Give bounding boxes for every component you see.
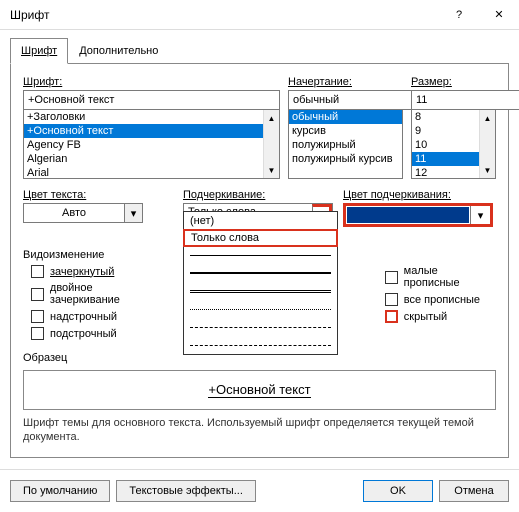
list-item[interactable]: Agency FB [24, 138, 279, 152]
button-bar: По умолчанию Текстовые эффекты... OK Отм… [0, 469, 519, 512]
checkbox-hidden[interactable]: скрытый [385, 310, 496, 323]
dropdown-item-line[interactable] [184, 282, 337, 300]
dropdown-item-line[interactable] [184, 300, 337, 318]
font-label: Шрифт: [23, 76, 280, 88]
checkbox-superscript[interactable]: надстрочный [31, 310, 165, 323]
checkbox-smallcaps[interactable]: малые прописные [385, 265, 496, 289]
dropdown-item-line[interactable] [184, 336, 337, 354]
default-button[interactable]: По умолчанию [10, 480, 110, 502]
color-swatch [347, 207, 469, 223]
scrollbar[interactable]: ▲ ▼ [479, 110, 495, 178]
title-bar: Шрифт ? ✕ [0, 0, 519, 30]
list-item[interactable]: +Заголовки [24, 110, 279, 124]
scroll-down-icon[interactable]: ▼ [264, 162, 279, 178]
help-button[interactable]: ? [439, 0, 479, 30]
close-button[interactable]: ✕ [479, 0, 519, 30]
underline-label: Подчеркивание: [183, 189, 333, 201]
underline-color-label: Цвет подчеркивания: [343, 189, 493, 201]
font-listbox[interactable]: +Заголовки +Основной текст Agency FB Alg… [23, 109, 280, 179]
font-input[interactable] [23, 90, 280, 110]
tab-strip: Шрифт Дополнительно [0, 30, 519, 64]
chevron-down-icon[interactable]: ▾ [470, 206, 490, 224]
checkbox-double-strike[interactable]: двойное зачеркивание [31, 282, 165, 306]
scroll-up-icon[interactable]: ▲ [480, 110, 495, 126]
list-item[interactable]: полужирный [289, 138, 402, 152]
list-item[interactable]: Arial [24, 166, 279, 179]
scroll-down-icon[interactable]: ▼ [480, 162, 495, 178]
checkbox-allcaps[interactable]: все прописные [385, 293, 496, 306]
style-listbox[interactable]: обычный курсив полужирный полужирный кур… [288, 109, 403, 179]
preview-box: +Основной текст [23, 370, 496, 410]
ok-button[interactable]: OK [363, 480, 433, 502]
underline-color-dropdown[interactable]: ▾ [343, 203, 493, 227]
preview-sample: +Основной текст [208, 382, 310, 398]
window-title: Шрифт [10, 8, 49, 22]
dropdown-item-none[interactable]: (нет) [184, 212, 337, 230]
dialog-body: Шрифт: +Заголовки +Основной текст Agency… [10, 63, 509, 458]
font-combo[interactable] [23, 90, 280, 110]
list-item[interactable]: Algerian [24, 152, 279, 166]
size-listbox[interactable]: 8 9 10 11 12 ▲ ▼ [411, 109, 496, 179]
scroll-up-icon[interactable]: ▲ [264, 110, 279, 126]
text-effects-button[interactable]: Текстовые эффекты... [116, 480, 256, 502]
tab-advanced[interactable]: Дополнительно [68, 38, 169, 64]
style-label: Начертание: [288, 76, 403, 88]
style-combo[interactable] [288, 90, 403, 110]
size-label: Размер: [411, 76, 496, 88]
dropdown-item-line[interactable] [184, 246, 337, 264]
textcolor-value: Авто [24, 204, 124, 222]
textcolor-label: Цвет текста: [23, 189, 173, 201]
textcolor-dropdown[interactable]: Авто ▾ [23, 203, 143, 223]
checkbox-strikethrough[interactable]: зачеркнутый [31, 265, 165, 278]
size-combo[interactable] [411, 90, 496, 110]
scrollbar[interactable]: ▲ ▼ [263, 110, 279, 178]
dropdown-item-words[interactable]: Только слова [183, 229, 338, 247]
dropdown-item-line[interactable] [184, 264, 337, 282]
cancel-button[interactable]: Отмена [439, 480, 509, 502]
checkbox-subscript[interactable]: подстрочный [31, 327, 165, 340]
dropdown-item-line[interactable] [184, 318, 337, 336]
hint-text: Шрифт темы для основного текста. Использ… [23, 416, 496, 445]
chevron-down-icon[interactable]: ▾ [124, 204, 142, 222]
underline-dropdown-list[interactable]: (нет) Только слова [183, 211, 338, 355]
list-item[interactable]: обычный [289, 110, 402, 124]
list-item[interactable]: полужирный курсив [289, 152, 402, 166]
list-item[interactable]: курсив [289, 124, 402, 138]
list-item[interactable]: +Основной текст [24, 124, 279, 138]
tab-font[interactable]: Шрифт [10, 38, 68, 64]
size-input[interactable] [411, 90, 519, 110]
